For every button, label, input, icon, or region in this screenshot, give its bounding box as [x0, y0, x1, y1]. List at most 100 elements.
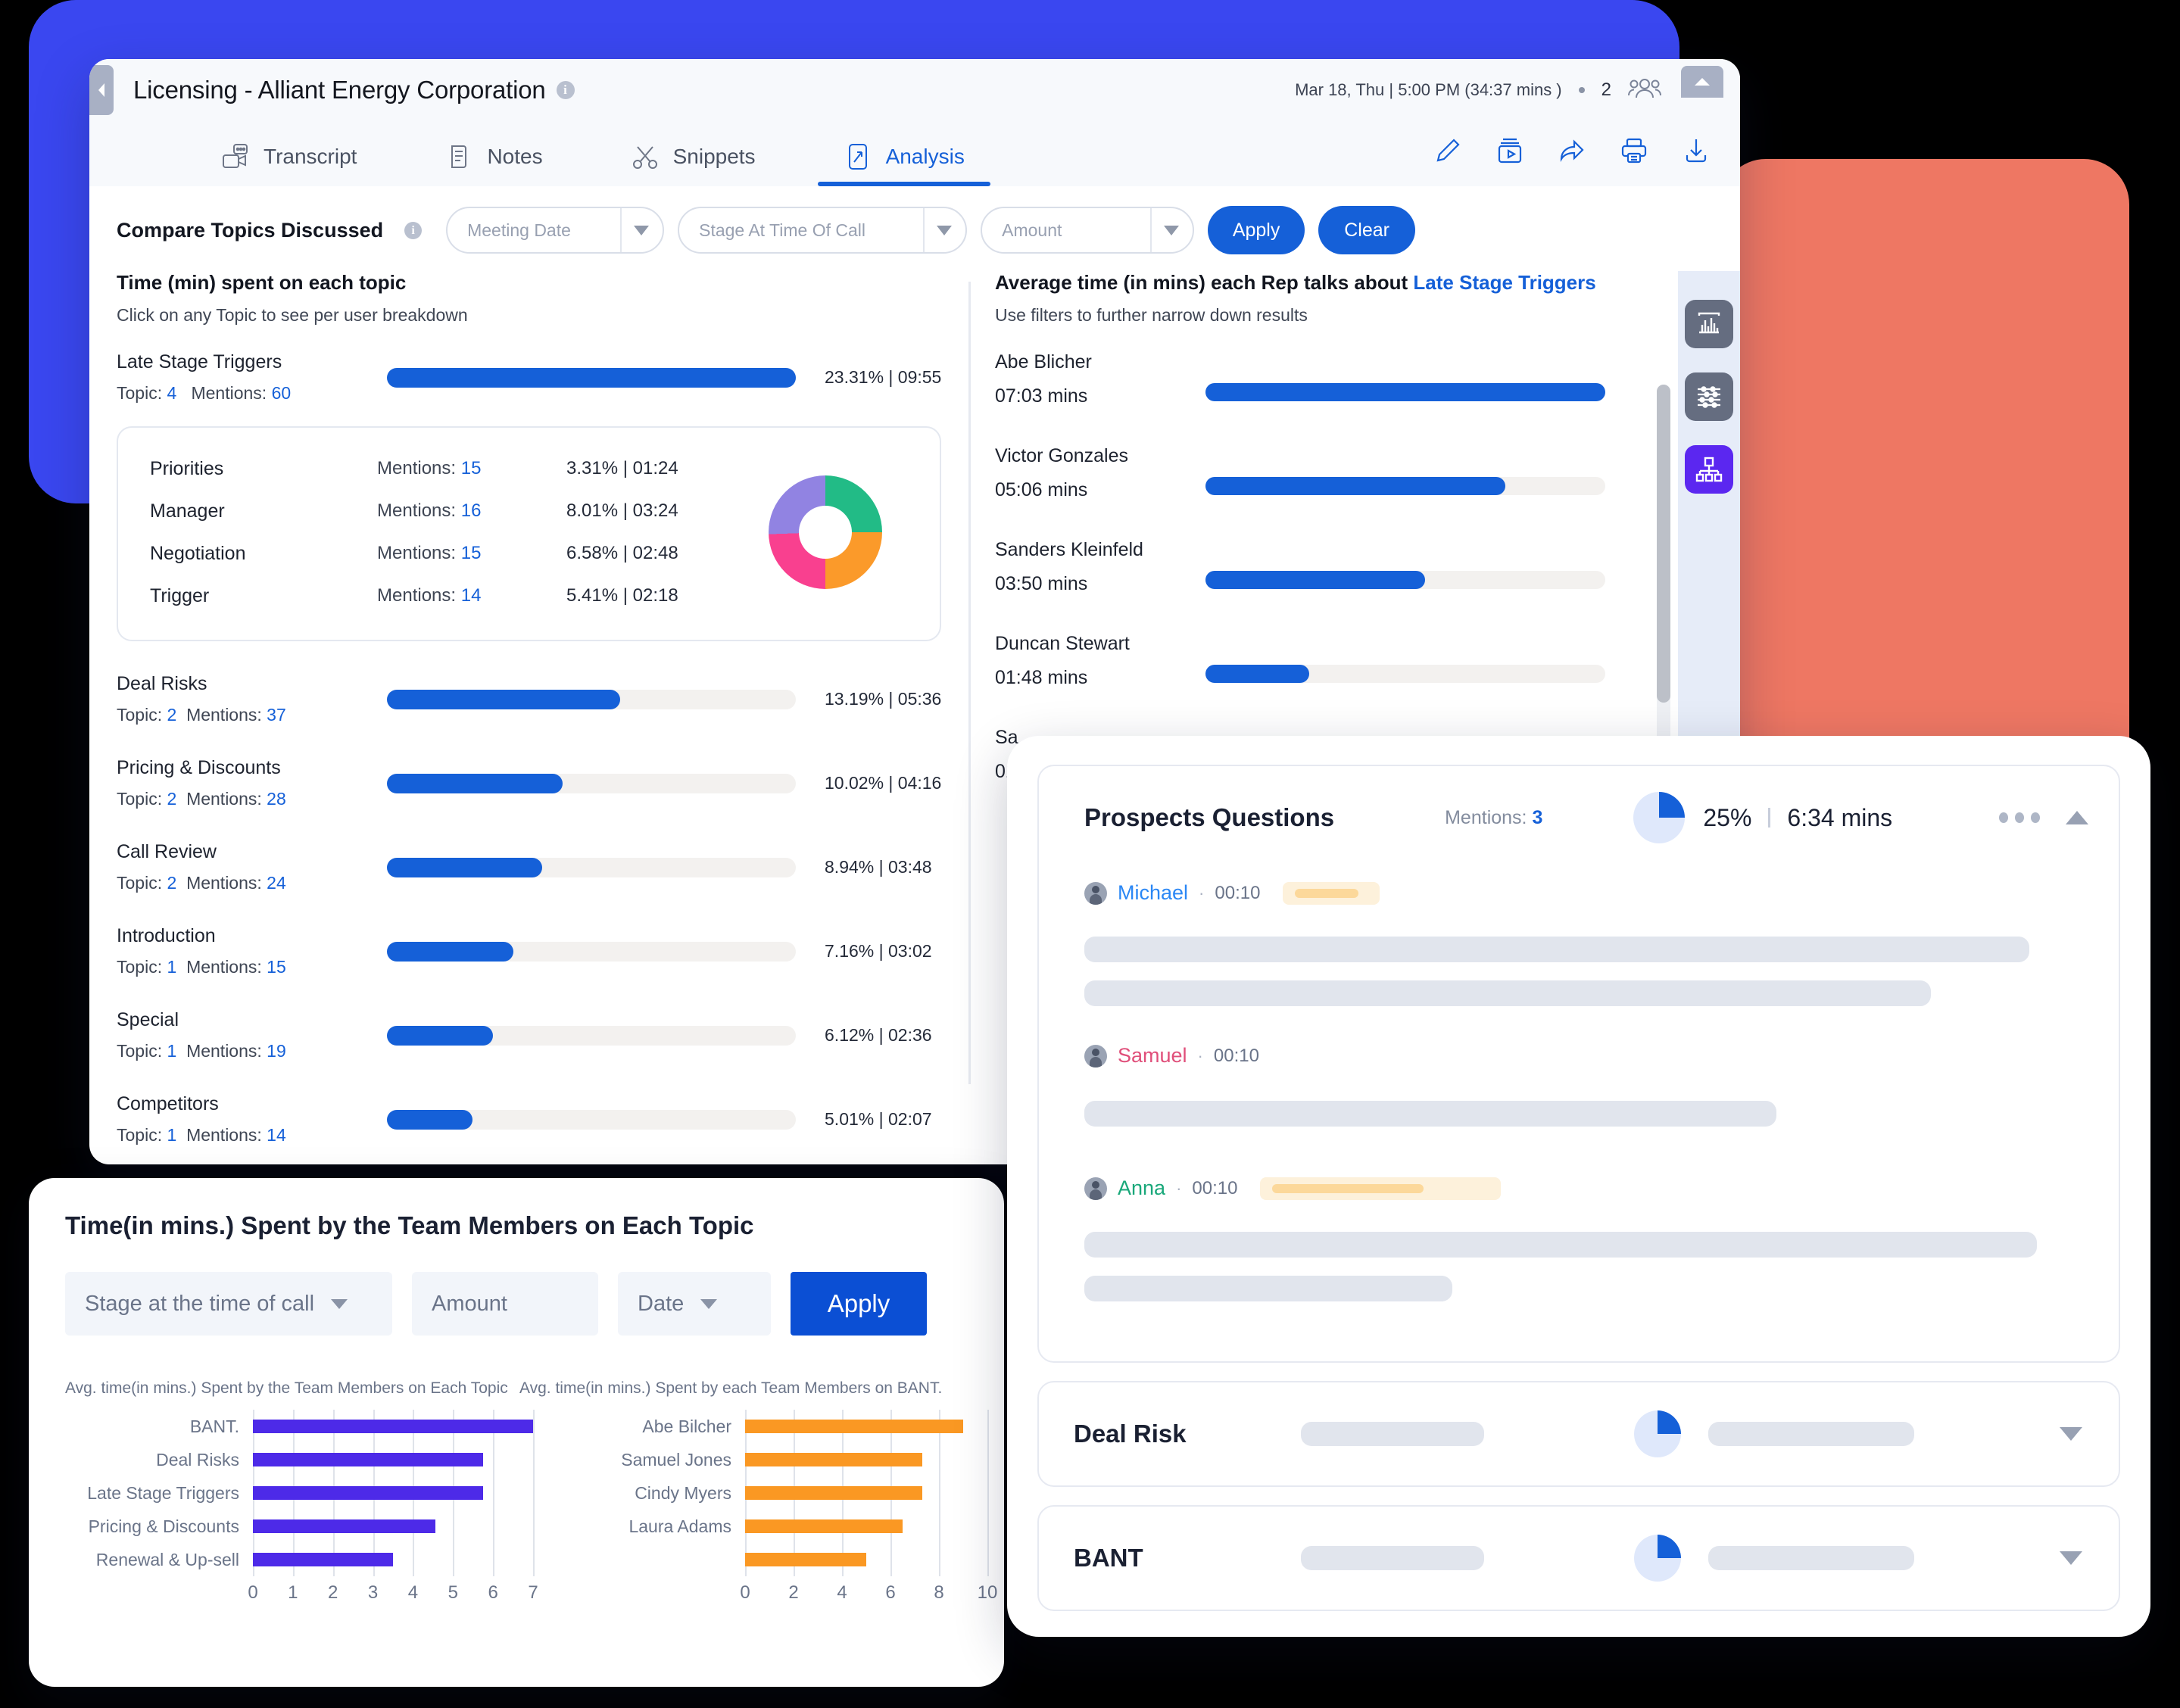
chart-category-label: Samuel Jones — [621, 1449, 731, 1470]
table-row[interactable]: Sanders Kleinfeld 03:50 mins — [995, 539, 1740, 595]
column-divider — [968, 282, 971, 1084]
date-value: Date — [638, 1291, 685, 1316]
bar-chart-icon[interactable] — [1685, 300, 1733, 348]
topic-bar-fill — [386, 941, 514, 962]
amount-select[interactable]: Amount — [981, 207, 1195, 254]
deal-risk-card[interactable]: Deal Risk — [1037, 1381, 2120, 1487]
download-icon[interactable] — [1681, 136, 1711, 170]
stage-select[interactable]: Stage At Time Of Call — [678, 207, 968, 254]
chart-x-tick: 5 — [448, 1582, 458, 1603]
chart-gridline — [533, 1543, 535, 1576]
chevron-down-icon[interactable] — [2060, 1427, 2082, 1441]
mentions-label: Mentions: — [186, 789, 262, 809]
list-item[interactable]: Negotiation Mentions: 15 6.58% | 02:48 — [150, 532, 769, 575]
prospects-mentions: Mentions: 3 — [1445, 806, 1543, 828]
table-row[interactable]: Pricing & Discounts Topic: 2 Mentions: 28… — [117, 757, 949, 809]
video-library-icon[interactable] — [1495, 136, 1525, 170]
avatar — [1084, 1044, 1107, 1068]
chevron-down-icon[interactable] — [2060, 1551, 2082, 1565]
tab-snippets[interactable]: Snippets — [605, 142, 781, 186]
chart-category-label: Abe Bilcher — [642, 1416, 731, 1436]
collapse-window-button[interactable] — [1681, 65, 1723, 98]
deal-risk-donut-chart — [1634, 1410, 1681, 1457]
table-row[interactable]: Abe Blicher 07:03 mins — [995, 351, 1740, 407]
sliders-icon[interactable] — [1685, 372, 1733, 421]
mentions-value: 60 — [271, 383, 292, 403]
table-row[interactable]: Special Topic: 1 Mentions: 19 6.12% | 02:3… — [117, 1009, 949, 1061]
topic-count-label: Topic: — [117, 957, 163, 977]
reps-title: Average time (in mins) each Rep talks ab… — [995, 271, 1740, 295]
table-row[interactable]: Deal Risks Topic: 2 Mentions: 37 13.19% | … — [117, 673, 949, 725]
breakdown-mentions: Mentions: 14 — [377, 585, 482, 606]
topic-label: Introduction Topic: 1 Mentions: 15 — [117, 925, 387, 977]
prospects-donut-chart — [1633, 792, 1686, 843]
mentions-value: 15 — [267, 957, 286, 977]
title-info-icon[interactable]: i — [556, 81, 575, 99]
org-chart-icon[interactable] — [1685, 445, 1733, 494]
topic-count-value: 2 — [167, 789, 177, 809]
date-select[interactable]: Date — [618, 1272, 771, 1336]
list-item[interactable]: Priorities Mentions: 15 3.31% | 01:24 — [150, 447, 769, 490]
back-button[interactable] — [89, 65, 114, 115]
topic-bar-track — [386, 773, 797, 793]
topic-count-label: Topic: — [117, 705, 163, 725]
speaker-name[interactable]: Michael — [1118, 881, 1188, 905]
tab-label: Transcript — [264, 145, 357, 168]
table-row[interactable]: Competitors Topic: 1 Mentions: 14 5.01% | … — [117, 1093, 949, 1145]
team-apply-button[interactable]: Apply — [791, 1272, 927, 1336]
print-icon[interactable] — [1619, 136, 1649, 170]
bant-donut-chart — [1634, 1535, 1681, 1582]
chart-bar-plot — [253, 1476, 535, 1510]
topic-meta: Topic: 1 Mentions: 14 — [117, 1125, 387, 1145]
topic-bar-track — [386, 689, 797, 709]
topic-meta: Topic: 1 Mentions: 15 — [117, 957, 387, 977]
stage-at-time-of-call-select[interactable]: Stage at the time of call — [65, 1272, 392, 1336]
speaker-name[interactable]: Samuel — [1118, 1044, 1187, 1068]
topic-name: Competitors — [117, 1093, 219, 1114]
compare-info-icon[interactable]: i — [404, 221, 423, 239]
topic-count-value: 2 — [167, 873, 177, 893]
tab-notes[interactable]: Notes — [419, 142, 568, 186]
edit-icon[interactable] — [1433, 136, 1463, 170]
list-item[interactable]: Michael · 00:10 — [1084, 881, 2088, 905]
breakdown-mentions: Mentions: 15 — [377, 458, 482, 478]
topics-list: Deal Risks Topic: 2 Mentions: 37 13.19% | … — [117, 673, 949, 1145]
meeting-date-select[interactable]: Meeting Date — [446, 207, 665, 254]
speaker-name[interactable]: Anna — [1118, 1177, 1165, 1200]
scrollbar-thumb[interactable] — [1657, 385, 1670, 703]
list-item[interactable]: Manager Mentions: 16 8.01% | 03:24 — [150, 490, 769, 532]
table-row[interactable]: Late Stage Triggers Topic: 4 Mentions: 6… — [117, 351, 949, 404]
chart-gridline — [987, 1410, 989, 1443]
chevron-down-icon — [700, 1298, 718, 1309]
tab-transcript[interactable]: Transcript — [195, 142, 382, 186]
topic-count-value: 1 — [167, 1125, 177, 1145]
apply-button[interactable]: Apply — [1208, 206, 1305, 254]
clear-button[interactable]: Clear — [1318, 206, 1416, 254]
avatar — [1084, 881, 1107, 905]
table-row[interactable]: Call Review Topic: 2 Mentions: 24 8.94% | … — [117, 841, 949, 893]
more-dots-icon[interactable] — [1999, 812, 2040, 823]
page-title: Licensing - Alliant Energy Corporation — [133, 76, 546, 104]
amount-input[interactable]: Amount — [412, 1272, 598, 1336]
rep-name: Duncan Stewart — [995, 633, 1130, 654]
table-row[interactable]: Victor Gonzales 05:06 mins — [995, 445, 1740, 501]
table-row[interactable]: Introduction Topic: 1 Mentions: 15 7.16% |… — [117, 925, 949, 977]
table-row[interactable]: Duncan Stewart 01:48 mins — [995, 633, 1740, 689]
topic-bar-fill — [386, 367, 797, 388]
value-placeholder — [1708, 1546, 1914, 1570]
list-item[interactable]: Samuel · 00:10 — [1084, 1044, 2088, 1068]
share-icon[interactable] — [1557, 136, 1587, 170]
card-title: BANT — [1074, 1544, 1143, 1572]
list-item[interactable]: Anna · 00:10 — [1084, 1177, 2088, 1200]
chevron-up-icon[interactable] — [2066, 811, 2088, 824]
reps-title-prefix: Average time (in mins) each Rep talks ab… — [995, 271, 1414, 294]
rep-bar-track — [1205, 571, 1605, 589]
topic-count-label: Topic: — [117, 1041, 163, 1061]
list-item[interactable]: Trigger Mentions: 14 5.41% | 02:18 — [150, 575, 769, 617]
bant-card[interactable]: BANT — [1037, 1505, 2120, 1611]
screenshot-stage: Licensing - Alliant Energy Corporation i… — [0, 0, 2180, 1708]
tab-label: Snippets — [672, 145, 756, 168]
tab-analysis[interactable]: Analysis — [817, 142, 991, 186]
reps-title-link[interactable]: Late Stage Triggers — [1413, 271, 1595, 294]
team-card-title: Time(in mins.) Spent by the Team Members… — [65, 1211, 754, 1239]
